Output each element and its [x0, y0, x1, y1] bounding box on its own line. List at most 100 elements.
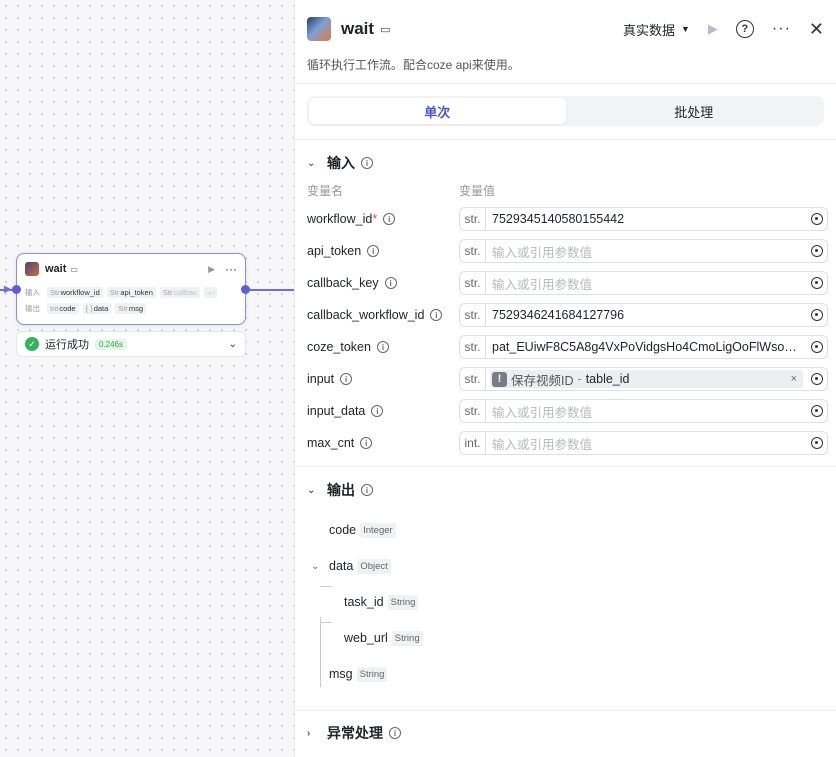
- node-run-icon[interactable]: ▶: [208, 264, 215, 275]
- node-inputs-more: ···: [203, 286, 218, 298]
- exception-section-header[interactable]: › 异常处理 i: [295, 719, 413, 747]
- input-row-api-token: api_token i str. 输入或引用参数值: [295, 235, 836, 267]
- info-icon[interactable]: i: [376, 341, 389, 353]
- info-icon[interactable]: i: [360, 437, 373, 449]
- chevron-down-icon[interactable]: ⌄: [311, 561, 319, 572]
- type-tag: str.: [460, 272, 486, 294]
- field-placeholder: 输入或引用参数值: [492, 405, 593, 420]
- output-field-web-url: web_url String: [329, 620, 836, 656]
- reference-icon[interactable]: [807, 400, 827, 422]
- reference-icon[interactable]: [807, 336, 827, 358]
- reference-icon[interactable]: [807, 272, 827, 294]
- reference-icon[interactable]: [807, 432, 827, 454]
- info-icon[interactable]: i: [361, 157, 373, 169]
- type-tag: str.: [460, 400, 486, 422]
- input-row-coze-token: coze_token i str. pat_EUiwF8C5A8g4VxPoVid…: [295, 331, 836, 363]
- node-input-label: 输入: [25, 287, 40, 297]
- more-icon[interactable]: ···: [772, 20, 791, 38]
- output-field-task-id: task_id String: [329, 584, 836, 620]
- plugin-avatar: [307, 17, 331, 41]
- chevron-down-icon: ⌄: [307, 157, 316, 169]
- type-badge: String: [391, 630, 423, 646]
- node-output-label: 输出: [25, 303, 40, 313]
- run-status-bar[interactable]: ✓ 运行成功 0.246s ⌄: [16, 331, 246, 357]
- run-status-text: 运行成功: [45, 339, 89, 351]
- reference-icon[interactable]: [807, 240, 827, 262]
- node-output-port[interactable]: [241, 285, 250, 294]
- node-input-chip: Strcallbac: [159, 286, 200, 298]
- input-row-input: input i str. ! 保存视频ID - table_id ×: [295, 363, 836, 395]
- type-tag: str.: [460, 208, 486, 230]
- field-value: pat_EUiwF8C5A8g4VxPoVidgsHo4CmoLigOoFlWs…: [492, 340, 804, 354]
- workflow-node-wait[interactable]: wait ▭ ▶ ··· 输入 Strworkflow_id Strapi_to…: [12, 253, 250, 325]
- api-token-field[interactable]: str. 输入或引用参数值: [459, 239, 828, 263]
- info-icon[interactable]: i: [384, 277, 397, 289]
- input-row-callback-key: callback_key i str. 输入或引用参数值: [295, 267, 836, 299]
- remove-reference-icon[interactable]: ×: [791, 373, 797, 385]
- reference-field: table_id: [585, 372, 630, 386]
- chevron-down-icon[interactable]: ⌄: [229, 339, 237, 350]
- input-section: ⌄ 输入 i 变量名 变量值 workflow_id * i str. 752934…: [295, 140, 836, 467]
- info-icon[interactable]: i: [340, 373, 353, 385]
- run-time-badge: 0.246s: [95, 338, 128, 350]
- tab-single[interactable]: 单次: [309, 98, 566, 124]
- field-placeholder: 输入或引用参数值: [492, 437, 593, 452]
- type-badge: String: [387, 594, 419, 610]
- type-badge: String: [356, 666, 388, 682]
- type-badge: Object: [357, 558, 391, 574]
- info-icon[interactable]: i: [367, 245, 380, 257]
- node-output-chip: Intcode: [47, 302, 79, 314]
- node-more-icon[interactable]: ···: [225, 262, 237, 276]
- reference-icon[interactable]: [807, 208, 827, 230]
- callback-key-field[interactable]: str. 输入或引用参数值: [459, 271, 828, 295]
- panel-header: wait ▭ 真实数据 ▼ ▶ ? ··· ✕ 循环执行工作流。配合coze ap…: [295, 0, 836, 84]
- output-field-code: code Integer: [329, 512, 836, 548]
- max-cnt-field[interactable]: int. 输入或引用参数值: [459, 431, 828, 455]
- input-row-input-data: input_data i str. 输入或引用参数值: [295, 395, 836, 427]
- input-data-field[interactable]: str. 输入或引用参数值: [459, 399, 828, 423]
- output-section-header[interactable]: ⌄ 输出 i: [295, 476, 836, 504]
- reference-icon[interactable]: [807, 368, 827, 390]
- workflow-id-field[interactable]: str. 7529345140580155442: [459, 207, 828, 231]
- info-icon[interactable]: i: [383, 213, 396, 225]
- coze-token-field[interactable]: str. pat_EUiwF8C5A8g4VxPoVidgsHo4CmoLigO…: [459, 335, 828, 359]
- field-value: 7529346241684127796: [492, 308, 625, 322]
- help-icon[interactable]: ?: [735, 20, 754, 38]
- input-field[interactable]: str. ! 保存视频ID - table_id ×: [459, 367, 828, 391]
- warning-icon: !: [492, 371, 507, 387]
- input-section-header[interactable]: ⌄ 输入 i: [295, 149, 836, 177]
- reference-icon[interactable]: [807, 304, 827, 326]
- node-input-chip: Strapi_token: [106, 286, 156, 298]
- type-tag: int.: [460, 432, 486, 454]
- output-field-data[interactable]: ⌄ data Object: [311, 548, 836, 584]
- type-tag: str.: [460, 368, 486, 390]
- type-tag: str.: [460, 304, 486, 326]
- info-icon[interactable]: i: [361, 484, 373, 496]
- type-tag: str.: [460, 240, 486, 262]
- info-icon[interactable]: i: [389, 727, 401, 739]
- reference-chip[interactable]: ! 保存视频ID - table_id ×: [490, 370, 803, 388]
- info-icon[interactable]: i: [430, 309, 443, 321]
- info-icon[interactable]: i: [371, 405, 384, 417]
- panel-title[interactable]: wait: [341, 19, 374, 39]
- edit-title-icon[interactable]: ▭: [380, 23, 390, 36]
- node-input-port[interactable]: [12, 285, 21, 294]
- node-title: wait: [45, 263, 67, 275]
- incoming-edge-arrow-icon: ▶: [4, 284, 12, 295]
- chevron-down-icon: ⌄: [307, 484, 316, 496]
- node-config-panel: wait ▭ 真实数据 ▼ ▶ ? ··· ✕ 循环执行工作流。配合coze ap…: [294, 0, 836, 757]
- outgoing-edge: [248, 289, 294, 291]
- column-header-value: 变量值: [459, 183, 496, 198]
- output-section: ⌄ 输出 i code Integer ⌄ data Object task_i…: [295, 467, 836, 711]
- input-row-workflow-id: workflow_id * i str. 7529345140580155442: [295, 203, 836, 235]
- play-icon[interactable]: ▶: [708, 21, 718, 37]
- type-badge: Integer: [360, 522, 396, 538]
- callback-workflow-id-field[interactable]: str. 7529346241684127796: [459, 303, 828, 327]
- mode-tabs: 单次 批处理: [307, 96, 824, 126]
- column-header-name: 变量名: [307, 183, 344, 198]
- node-output-chip: Strmsg: [115, 302, 147, 314]
- data-source-dropdown[interactable]: 真实数据 ▼: [623, 20, 690, 39]
- close-icon[interactable]: ✕: [809, 19, 824, 40]
- tab-batch[interactable]: 批处理: [566, 98, 823, 124]
- canvas[interactable]: ▶ wait ▭ ▶ ··· 输入 Strworkflow_id Strapi_…: [0, 0, 294, 757]
